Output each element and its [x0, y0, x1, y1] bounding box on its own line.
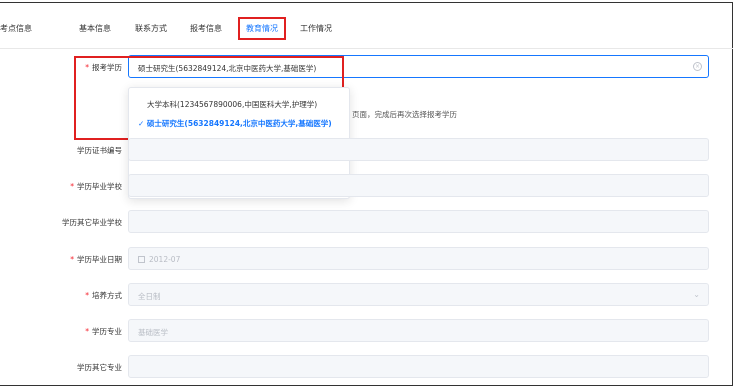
required-mark: *	[85, 327, 89, 336]
check-icon: ✓	[138, 119, 145, 128]
other-major-field[interactable]	[128, 355, 709, 378]
tab-work[interactable]: 工作情况	[300, 23, 332, 34]
tab-application[interactable]: 报考信息	[190, 23, 222, 34]
other-school-field[interactable]	[128, 210, 709, 233]
hint-text: 页面，完成后再次选择报考学历	[352, 110, 457, 119]
required-mark: *	[70, 182, 74, 191]
clear-icon[interactable]: ×	[693, 62, 702, 71]
grad-date-label: * 学历毕业日期	[70, 255, 122, 264]
degree-label: * 报考学历	[85, 63, 122, 72]
dropdown-option-master[interactable]: ✓ 硕士研究生(5632849124,北京中医药大学,基础医学)	[138, 118, 332, 129]
training-select[interactable]: 全日制 ⌄	[128, 283, 709, 306]
major-field[interactable]: 基础医学	[128, 319, 709, 342]
tab-bar: 考点信息 基本信息 联系方式 报考信息 教育情况 工作情况	[0, 3, 733, 41]
calendar-icon	[138, 256, 145, 263]
school-field[interactable]	[128, 174, 709, 197]
degree-select-value: 硕士研究生(5632849124,北京中医药大学,基础医学)	[138, 64, 317, 73]
grad-date-value: 2012-07	[149, 255, 181, 264]
cert-no-label: 学历证书编号	[77, 146, 122, 155]
other-major-label: 学历其它专业	[77, 363, 122, 372]
required-mark: *	[85, 63, 89, 72]
training-value: 全日制	[138, 292, 161, 301]
dropdown-option-bachelor[interactable]: 大学本科(1234567890006,中国医科大学,护理学)	[147, 99, 317, 110]
tab-education[interactable]: 教育情况	[246, 23, 278, 34]
cert-no-field[interactable]	[128, 138, 709, 161]
degree-select[interactable]: 硕士研究生(5632849124,北京中医药大学,基础医学) ×	[128, 55, 709, 78]
tab-contact[interactable]: 联系方式	[135, 23, 167, 34]
school-label: * 学历毕业学校	[70, 182, 122, 191]
tab-divider	[0, 48, 733, 49]
other-school-label: 学历其它毕业学校	[62, 218, 122, 227]
tab-exam-site[interactable]: 考点信息	[0, 23, 32, 34]
form-panel: 考点信息 基本信息 联系方式 报考信息 教育情况 工作情况 * 报考学历 硕士研究…	[0, 2, 733, 386]
major-label: * 学历专业	[85, 327, 122, 336]
grad-date-field[interactable]: 2012-07	[128, 247, 709, 270]
training-label: * 培养方式	[85, 291, 122, 300]
chevron-down-icon: ⌄	[693, 290, 700, 299]
required-mark: *	[70, 255, 74, 264]
required-mark: *	[85, 291, 89, 300]
major-value: 基础医学	[138, 328, 168, 337]
tab-basic-info[interactable]: 基本信息	[79, 23, 111, 34]
